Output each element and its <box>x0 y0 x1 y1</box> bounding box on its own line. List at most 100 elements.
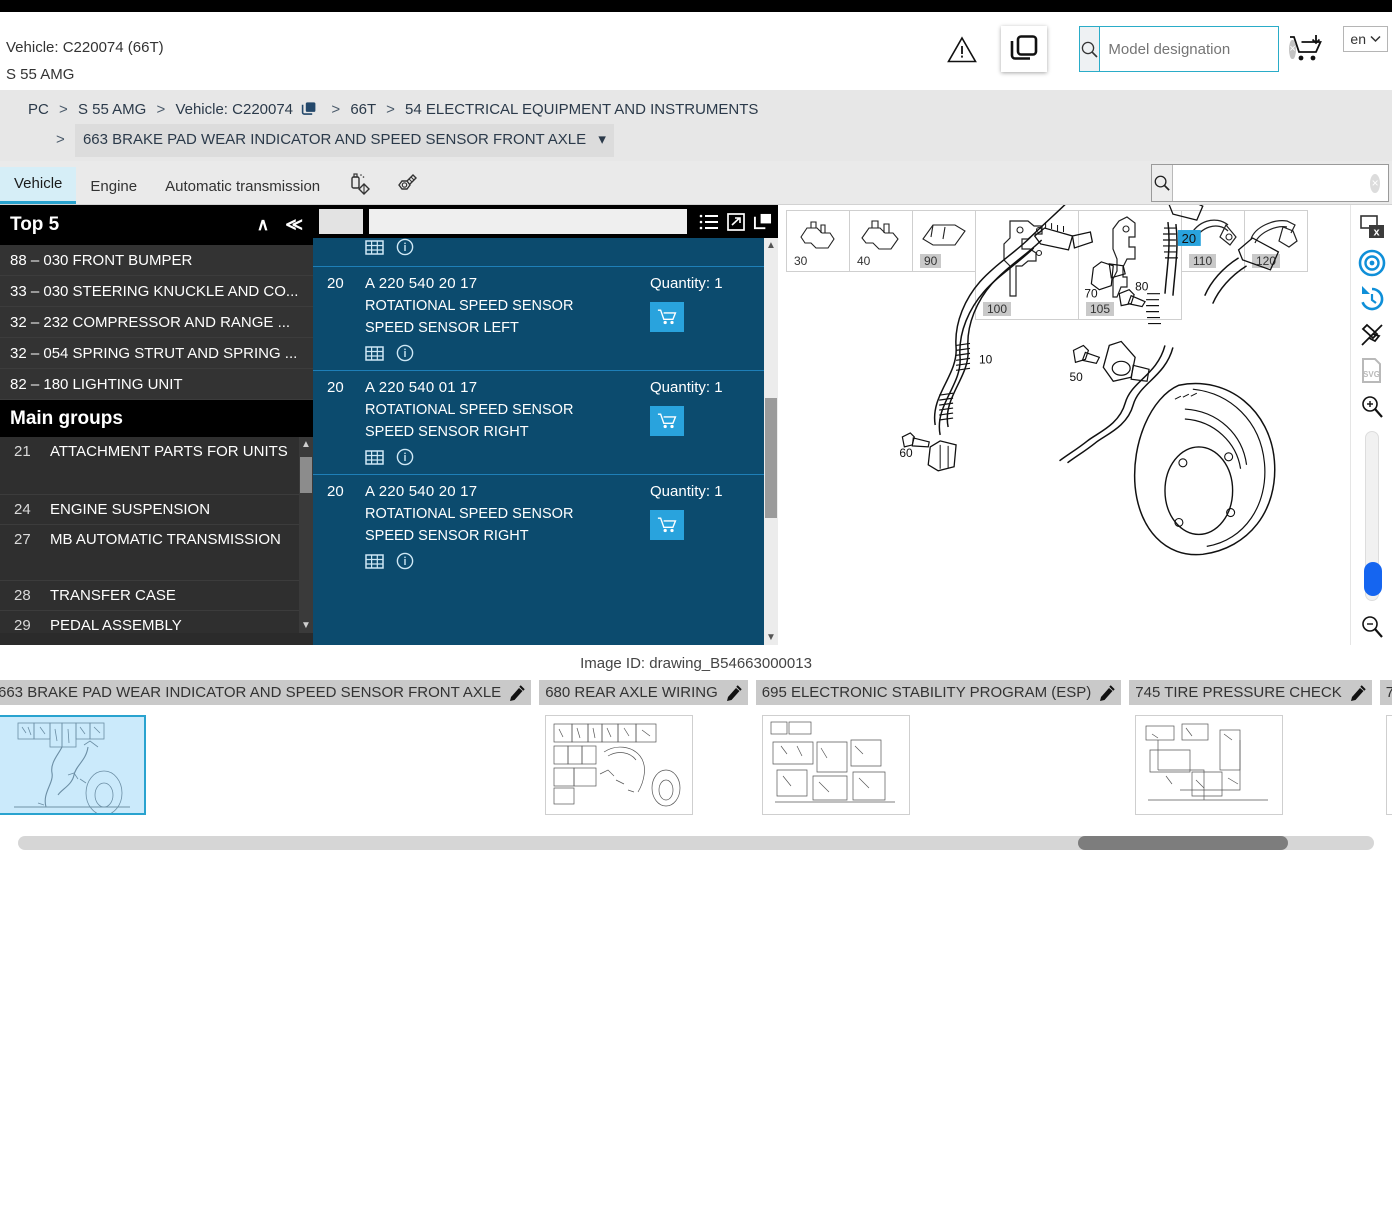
parts-scrollbar[interactable]: ▲ ▼ <box>764 238 778 645</box>
drawing-panel[interactable]: 30 40 90 100 105 110 120 10 60 20 70 80 … <box>778 205 1350 645</box>
thumbnail-image[interactable] <box>761 715 910 815</box>
add-to-cart-button[interactable] <box>650 302 684 332</box>
scroll-down-arrow-icon[interactable]: ▼ <box>766 632 776 643</box>
exploded-view-drawing[interactable]: 10 60 20 70 80 50 <box>781 205 1350 645</box>
top5-item[interactable]: 32 – 054 SPRING STRUT AND SPRING ... <box>0 338 313 369</box>
main-group-item-28[interactable]: 28 TRANSFER CASE <box>0 581 313 611</box>
collapse-up-icon[interactable]: ∧ <box>257 215 269 235</box>
main-group-item-24[interactable]: 24 ENGINE SUSPENSION <box>0 495 313 525</box>
tab-engine[interactable]: Engine <box>76 170 151 204</box>
table-row[interactable]: 20 A 220 540 20 17 ROTATIONAL SPEED SENS… <box>313 474 778 578</box>
horizontal-scrollbar[interactable] <box>18 836 1374 850</box>
parts-search-input[interactable] <box>1173 165 1371 201</box>
top5-item[interactable]: 82 – 180 LIGHTING UNIT <box>0 369 313 400</box>
zoom-out-icon[interactable] <box>1353 609 1391 645</box>
list-item[interactable]: 680 REAR AXLE WIRING <box>539 680 748 815</box>
breadcrumb-item-vehicle[interactable]: Vehicle: C220074 <box>175 101 293 118</box>
add-to-cart-button[interactable] <box>650 406 684 436</box>
list-item[interactable]: 695 ELECTRONIC STABILITY PROGRAM (ESP) <box>755 680 1122 815</box>
breadcrumb-item-model[interactable]: S 55 AMG <box>78 101 146 118</box>
add-to-cart-icon[interactable] <box>1279 33 1335 65</box>
table-row[interactable]: 20 A 220 540 20 17 ROTATIONAL SPEED SENS… <box>313 266 778 370</box>
list-item[interactable]: 663 BRAKE PAD WEAR INDICATOR AND SPEED S… <box>0 680 532 815</box>
thumbnail-image[interactable] <box>0 715 146 815</box>
model-search-box[interactable]: × <box>1079 26 1316 72</box>
thumbnail-caption[interactable]: 663 BRAKE PAD WEAR INDICATOR AND SPEED S… <box>0 680 532 705</box>
collapse-left-icon[interactable]: ≪ <box>285 215 303 235</box>
language-selector[interactable]: en <box>1343 26 1388 52</box>
edit-icon[interactable] <box>509 684 525 701</box>
zoom-in-icon[interactable] <box>1353 389 1391 425</box>
main-group-item-29[interactable]: 29 PEDAL ASSEMBLY <box>0 611 313 633</box>
parts-list-scroll-area[interactable]: 20 A 220 540 20 17 ROTATIONAL SPEED SENS… <box>313 238 778 645</box>
target-icon[interactable] <box>1353 245 1391 281</box>
parts-search-box[interactable]: × <box>1151 164 1389 202</box>
info-icon[interactable] <box>396 448 414 466</box>
main-group-item-21[interactable]: 21 ATTACHMENT PARTS FOR UNITS <box>0 437 313 495</box>
table-icon[interactable] <box>365 345 384 362</box>
language-label: en <box>1350 31 1366 47</box>
scroll-up-arrow-icon[interactable]: ▲ <box>766 240 776 251</box>
info-icon[interactable] <box>396 238 414 256</box>
part-number[interactable]: A 220 540 20 17 <box>365 275 650 292</box>
thumbnail-caption[interactable]: 755 <box>1379 680 1392 705</box>
breadcrumb-item-pc[interactable]: PC <box>28 101 49 118</box>
image-id-label: Image ID: drawing_B54663000013 <box>0 645 1392 680</box>
zoom-slider-handle[interactable] <box>1363 562 1382 597</box>
edit-icon[interactable] <box>1350 684 1366 701</box>
top5-item[interactable]: 88 – 030 FRONT BUMPER <box>0 245 313 276</box>
copy-documents-icon[interactable] <box>1001 26 1048 72</box>
tab-vehicle[interactable]: Vehicle <box>0 167 77 204</box>
thumbnail-image[interactable] <box>545 715 694 815</box>
zoom-slider[interactable] <box>1363 430 1382 602</box>
expand-icon[interactable] <box>727 212 745 231</box>
top5-item[interactable]: 32 – 232 COMPRESSOR AND RANGE ... <box>0 307 313 338</box>
breadcrumb-item-66t[interactable]: 66T <box>350 101 376 118</box>
thumbnail-caption[interactable]: 680 REAR AXLE WIRING <box>539 680 748 705</box>
table-row[interactable]: 20 A 220 540 01 17 ROTATIONAL SPEED SENS… <box>313 370 778 474</box>
tab-automatic-transmission[interactable]: Automatic transmission <box>151 170 334 204</box>
scrollbar-thumb[interactable] <box>1078 836 1288 850</box>
info-icon[interactable] <box>396 552 414 570</box>
breadcrumb-copy-icon[interactable] <box>301 101 317 117</box>
add-to-cart-button[interactable] <box>650 510 684 540</box>
table-icon[interactable] <box>365 239 384 256</box>
table-icon[interactable] <box>365 449 384 466</box>
scrollbar-thumb[interactable] <box>300 457 312 493</box>
top5-item[interactable]: 33 – 030 STEERING KNUCKLE AND CO... <box>0 276 313 307</box>
main-groups-list: 21 ATTACHMENT PARTS FOR UNITS 24 ENGINE … <box>0 437 313 633</box>
part-number[interactable]: A 220 540 20 17 <box>365 483 650 500</box>
edit-icon[interactable] <box>726 684 742 701</box>
scroll-up-arrow-icon[interactable]: ▲ <box>301 439 311 450</box>
breadcrumb-item-group[interactable]: 54 ELECTRICAL EQUIPMENT AND INSTRUMENTS <box>405 101 758 118</box>
bolt-screw-icon[interactable] <box>392 172 418 198</box>
scroll-down-arrow-icon[interactable]: ▼ <box>301 620 311 631</box>
edit-icon[interactable] <box>1099 684 1116 701</box>
clear-search-icon[interactable]: × <box>1289 39 1296 59</box>
thumbnail-caption[interactable]: 745 TIRE PRESSURE CHECK <box>1129 680 1372 705</box>
table-row[interactable] <box>313 238 778 266</box>
thumbnail-caption[interactable]: 695 ELECTRONIC STABILITY PROGRAM (ESP) <box>755 680 1122 705</box>
breadcrumb-current[interactable]: 663 BRAKE PAD WEAR INDICATOR AND SPEED S… <box>74 124 614 157</box>
history-undo-icon[interactable] <box>1353 281 1391 317</box>
part-row-icons <box>365 552 650 570</box>
table-icon[interactable] <box>365 553 384 570</box>
part-number[interactable]: A 220 540 01 17 <box>365 379 650 396</box>
thumbnail-image[interactable] <box>1385 715 1392 815</box>
paint-spray-icon[interactable] <box>348 172 374 198</box>
scrollbar-thumb[interactable] <box>765 398 777 518</box>
list-item[interactable]: 745 TIRE PRESSURE CHECK <box>1129 680 1372 815</box>
thumbnail-image[interactable] <box>1135 715 1284 815</box>
unpin-icon[interactable] <box>1353 317 1391 353</box>
chevron-down-icon[interactable]: ▾ <box>598 131 606 148</box>
copy-icon[interactable] <box>753 213 772 231</box>
main-group-item-27[interactable]: 27 MB AUTOMATIC TRANSMISSION <box>0 525 313 581</box>
info-icon[interactable] <box>396 344 414 362</box>
sidebar-scrollbar[interactable]: ▲ ▼ <box>299 437 313 633</box>
list-item[interactable]: 755 <box>1379 680 1392 815</box>
list-view-icon[interactable] <box>699 213 719 231</box>
clear-search-icon[interactable]: × <box>1370 173 1380 193</box>
warning-triangle-icon[interactable] <box>941 28 983 70</box>
close-window-icon[interactable]: x <box>1353 209 1391 245</box>
parts-filter-input[interactable] <box>369 209 687 234</box>
